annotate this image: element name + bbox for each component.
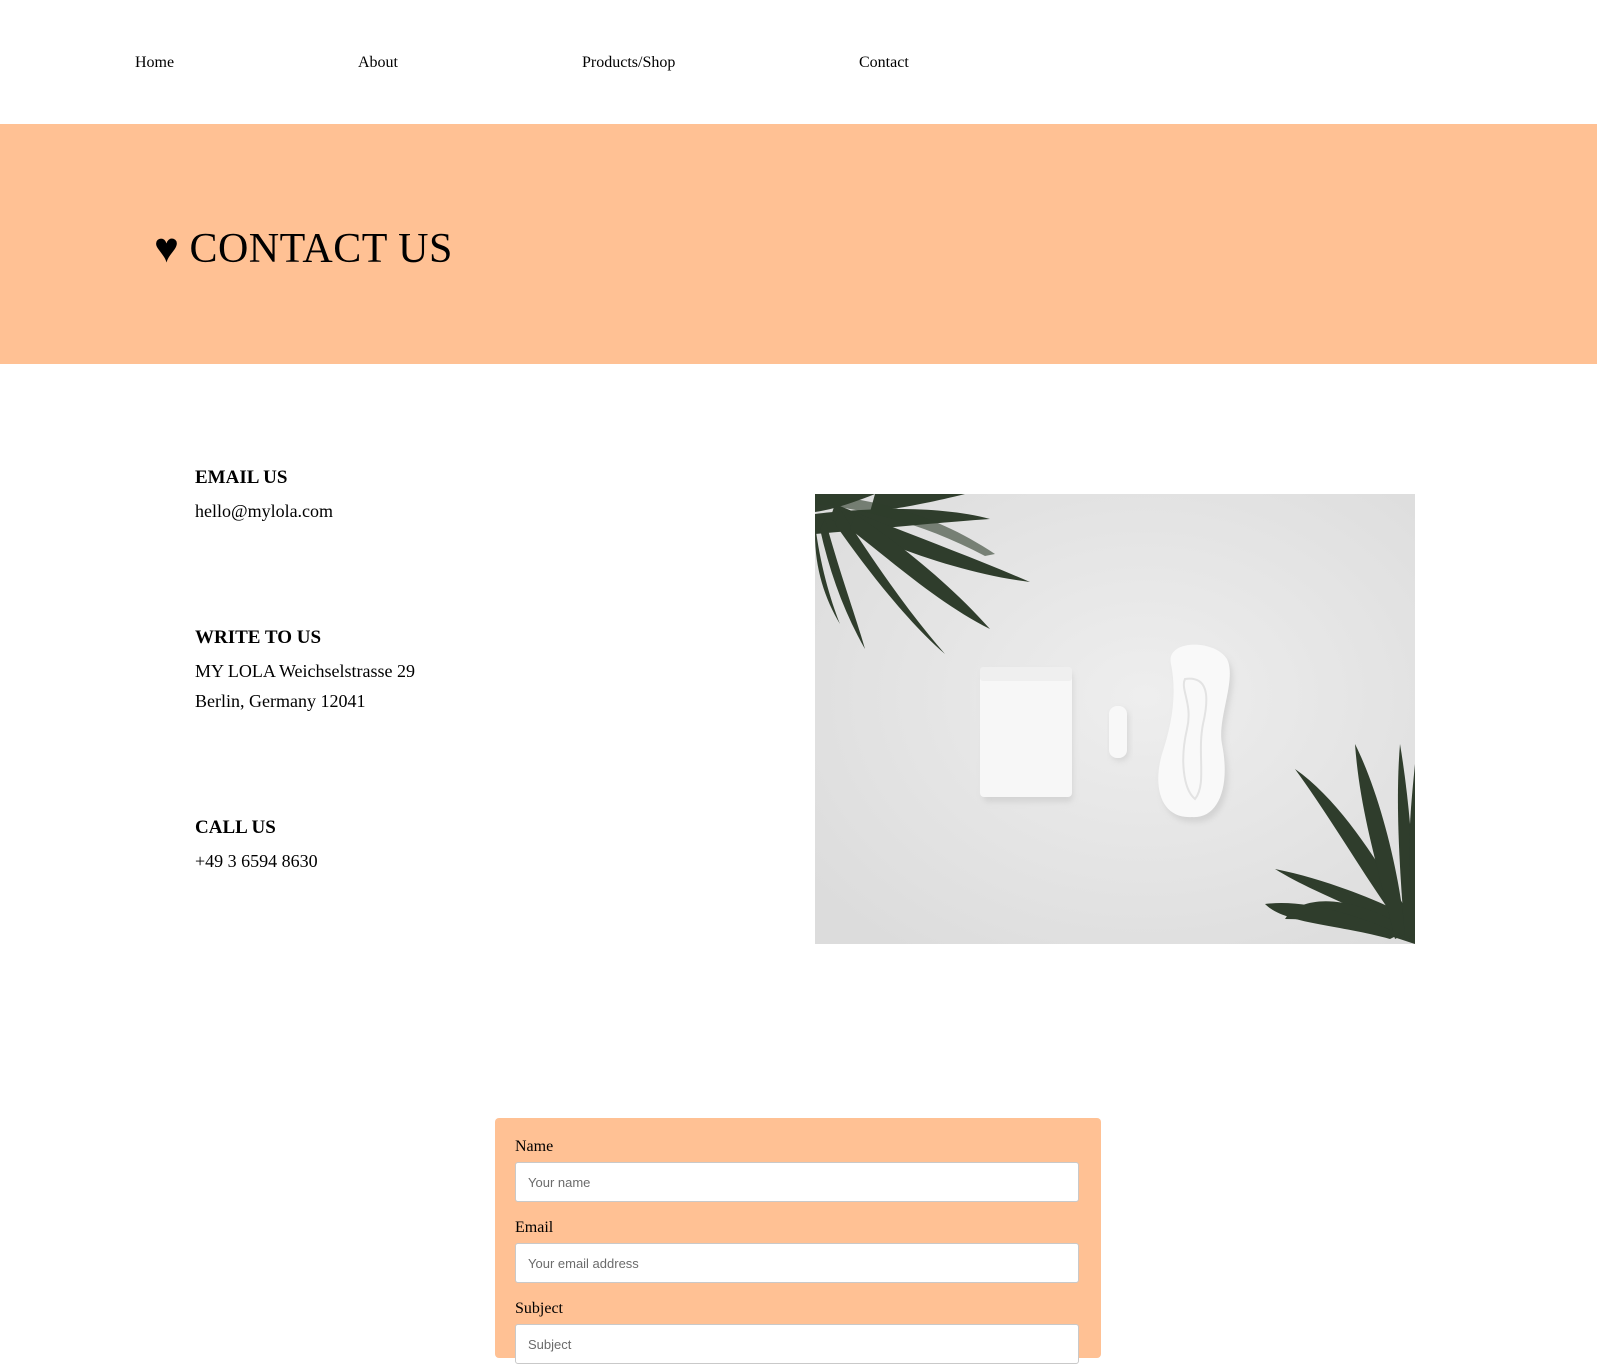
- address-line-1: MY LOLA Weichselstrasse 29: [195, 661, 416, 681]
- email-input[interactable]: [515, 1243, 1079, 1283]
- folded-pad: [980, 667, 1073, 802]
- name-label: Name: [515, 1138, 554, 1155]
- nav-link-home[interactable]: Home: [135, 54, 174, 72]
- product-photo-illustration: [815, 494, 1415, 944]
- product-photo: [815, 494, 1415, 944]
- name-input[interactable]: [515, 1162, 1079, 1202]
- address-line-2: Berlin, Germany 12041: [195, 691, 366, 711]
- phone-number: +49 3 6594 8630: [195, 851, 318, 871]
- call-us-heading: CALL US: [195, 817, 276, 838]
- email-label: Email: [515, 1219, 554, 1236]
- write-to-us-heading: WRITE TO US: [195, 627, 322, 648]
- nav-link-about[interactable]: About: [358, 54, 398, 72]
- top-nav: Home About Products/Shop Contact: [0, 0, 1597, 124]
- contact-form: Name Email Subject: [495, 1118, 1101, 1364]
- email-us-heading: EMAIL US: [195, 467, 288, 488]
- tampon: [1109, 706, 1129, 761]
- subject-input[interactable]: [515, 1324, 1079, 1364]
- email-address: hello@mylola.com: [195, 501, 334, 521]
- heart-icon: ♥: [154, 226, 180, 272]
- page-title: ♥ CONTACT US: [154, 228, 453, 270]
- email-us-block: EMAIL US hello@mylola.com: [195, 466, 333, 526]
- hero-banner: ♥ CONTACT US: [0, 124, 1597, 364]
- subject-label: Subject: [515, 1300, 563, 1317]
- page-title-text: CONTACT US: [189, 226, 453, 272]
- nav-link-products-shop[interactable]: Products/Shop: [582, 54, 675, 72]
- nav-link-contact[interactable]: Contact: [859, 54, 909, 72]
- call-us-block: CALL US +49 3 6594 8630: [195, 816, 318, 876]
- write-to-us-block: WRITE TO US MY LOLA Weichselstrasse 29 B…: [195, 626, 415, 716]
